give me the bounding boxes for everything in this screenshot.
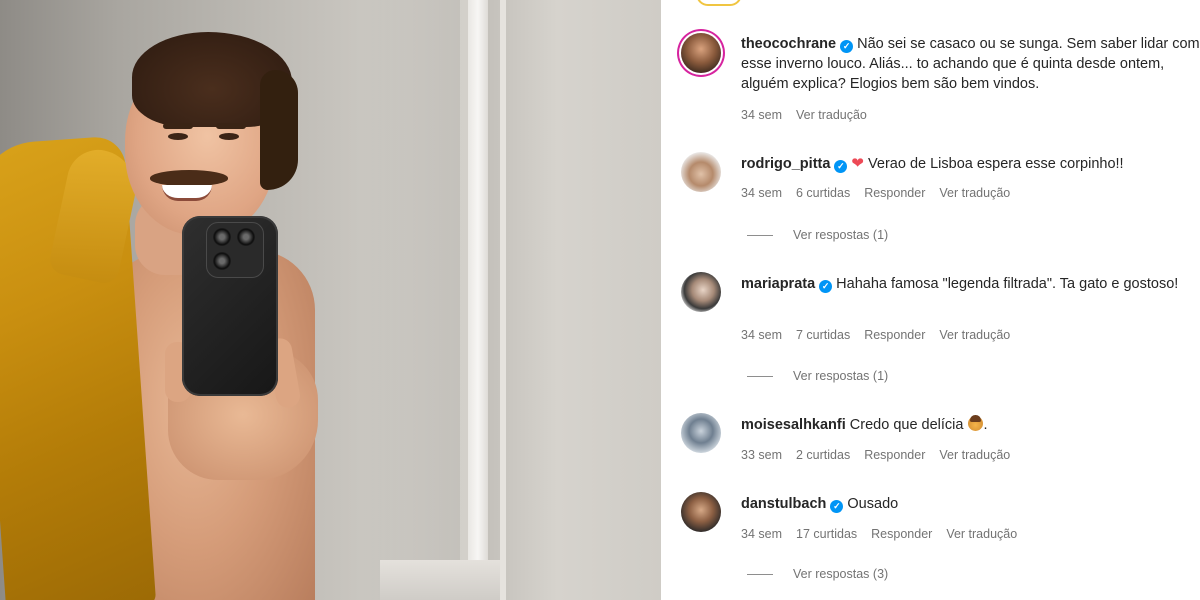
username-link[interactable]: danstulbach	[741, 496, 826, 512]
caption: theocochrane ✓ Não sei se casaco ou se sun…	[741, 34, 1200, 94]
avatar-image	[681, 272, 721, 312]
view-replies-button[interactable]: Ver respostas (3)	[747, 567, 888, 581]
comment-meta: 33 sem 2 curtidas Responder Ver tradução	[741, 448, 1024, 462]
username-link[interactable]: moisesalhkanfi	[741, 417, 846, 433]
comment: moisesalhkanfi Credo que delícia.	[741, 415, 988, 433]
comment-text: Credo que delícia	[849, 417, 964, 433]
translate-button[interactable]: Ver tradução	[946, 527, 1017, 541]
view-replies-label: Ver respostas (1)	[793, 369, 889, 383]
reply-button[interactable]: Responder	[871, 527, 932, 541]
avatar-rodrigo-pitta[interactable]	[681, 152, 721, 192]
comment-text: Ousado	[847, 496, 899, 512]
username-link[interactable]: rodrigo_pitta	[741, 156, 830, 172]
timestamp[interactable]: 33 sem	[741, 448, 782, 462]
see-no-evil-monkey-emoji	[968, 415, 984, 431]
reply-button[interactable]: Responder	[864, 328, 925, 342]
timestamp[interactable]: 34 sem	[741, 108, 782, 122]
avatar-theocochrane[interactable]	[681, 33, 721, 73]
avatar-image	[681, 492, 721, 532]
like-count[interactable]: 7 curtidas	[796, 328, 850, 342]
caption-meta: 34 sem Ver tradução	[741, 108, 881, 122]
comment-text: Hahaha famosa "legenda filtrada". Ta gat…	[836, 276, 1179, 292]
like-count[interactable]: 17 curtidas	[796, 527, 857, 541]
comment: danstulbach ✓ Ousado	[741, 494, 1200, 514]
timestamp[interactable]: 34 sem	[741, 186, 782, 200]
view-replies-button[interactable]: Ver respostas (1)	[747, 369, 888, 383]
comments-panel: theocochrane ✓ Não sei se casaco ou se sun…	[661, 0, 1200, 600]
like-count[interactable]: 6 curtidas	[796, 186, 850, 200]
avatar-moisesalhkanfi[interactable]	[681, 413, 721, 453]
comment-text: Verao de Lisboa espera esse corpinho!!	[868, 156, 1124, 172]
username-link[interactable]: theocochrane	[741, 36, 836, 52]
timestamp[interactable]: 34 sem	[741, 328, 782, 342]
avatar-mariaprata[interactable]	[681, 272, 721, 312]
like-count[interactable]: 2 curtidas	[796, 448, 850, 462]
translate-button[interactable]: Ver tradução	[939, 328, 1010, 342]
avatar-image	[681, 33, 721, 73]
avatar-image	[681, 413, 721, 453]
translate-button[interactable]: Ver tradução	[939, 186, 1010, 200]
translate-button[interactable]: Ver tradução	[796, 108, 867, 122]
view-replies-label: Ver respostas (3)	[793, 567, 889, 581]
reply-line-divider	[747, 376, 773, 378]
comment-meta: 34 sem 17 curtidas Responder Ver tradução	[741, 527, 1031, 541]
reply-line-divider	[747, 235, 773, 237]
username-link[interactable]: mariaprata	[741, 276, 815, 292]
story-ring-fragment	[696, 0, 742, 6]
mustache	[150, 170, 228, 186]
view-replies-button[interactable]: Ver respostas (1)	[747, 228, 888, 242]
verified-badge-icon: ✓	[840, 40, 854, 53]
verified-badge-icon: ✓	[819, 280, 833, 293]
comment: mariaprata ✓ Hahaha famosa "legenda filtra…	[741, 274, 1200, 294]
phone-camera-icon	[206, 222, 264, 278]
reply-button[interactable]: Responder	[864, 448, 925, 462]
red-heart-emoji: ❤	[851, 155, 864, 172]
comment-meta: 34 sem 6 curtidas Responder Ver tradução	[741, 186, 1024, 200]
avatar-danstulbach[interactable]	[681, 492, 721, 532]
view-replies-label: Ver respostas (1)	[793, 228, 889, 242]
comment-meta: 34 sem 7 curtidas Responder Ver tradução	[741, 328, 1024, 342]
reply-line-divider	[747, 574, 773, 576]
reply-button[interactable]: Responder	[864, 186, 925, 200]
comment: rodrigo_pitta ✓ ❤ Verao de Lisboa espera e…	[741, 154, 1200, 174]
mirror-frame	[468, 0, 490, 600]
post-photo	[0, 0, 661, 600]
verified-badge-icon: ✓	[834, 160, 848, 173]
avatar-image	[681, 152, 721, 192]
translate-button[interactable]: Ver tradução	[939, 448, 1010, 462]
timestamp[interactable]: 34 sem	[741, 527, 782, 541]
verified-badge-icon: ✓	[830, 500, 844, 513]
